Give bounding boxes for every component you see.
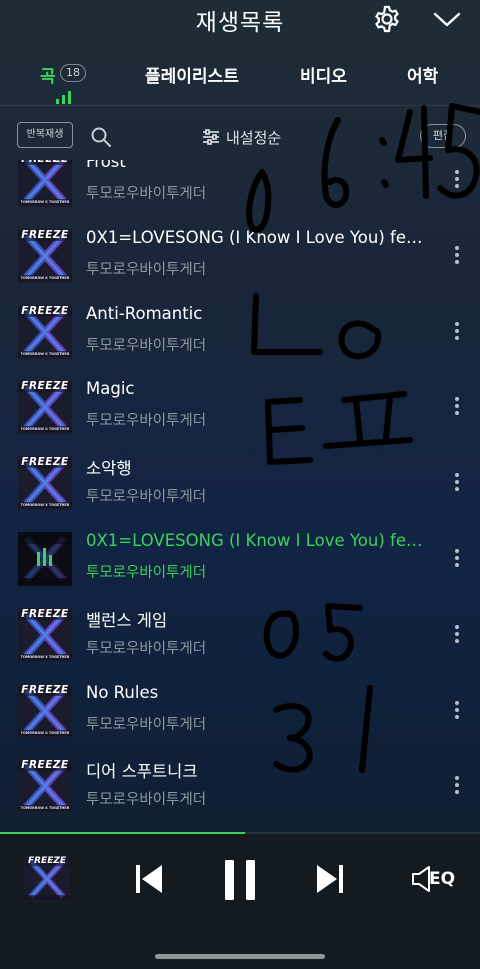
song-title: Magic xyxy=(86,379,135,399)
song-artist: 투모로우바이투게더 xyxy=(86,565,207,581)
album-art-subtitle: TOMORROW X TOGETHER xyxy=(20,730,70,735)
album-art: FREEZE TOMORROW X TOGETHER xyxy=(18,160,72,207)
album-art-subtitle: TOMORROW X TOGETHER xyxy=(20,654,70,659)
album-art-subtitle: TOMORROW X TOGETHER xyxy=(20,427,70,432)
equalizer-button[interactable]: EQ xyxy=(411,864,461,894)
album-art-title: FREEZE xyxy=(18,160,72,165)
more-options-icon[interactable] xyxy=(452,776,462,796)
song-title: Anti-Romantic xyxy=(86,303,203,323)
song-artist: 투모로우바이투게더 xyxy=(86,640,207,657)
more-options-icon[interactable] xyxy=(452,549,462,569)
chevron-down-icon[interactable] xyxy=(432,8,462,30)
sort-button[interactable]: 내설정순 xyxy=(202,124,281,150)
more-options-icon[interactable] xyxy=(452,700,462,721)
album-art-title: FREEZE xyxy=(21,380,69,393)
song-title: 0X1=LOVESONG (I Know I Love You) feat. S… xyxy=(86,531,426,550)
playlist-screen: 재생목록 곡 18 플레이리스트 비디오 어학 반복재생 내설정순 편집 TOM… xyxy=(0,0,480,969)
song-row[interactable]: FREEZE TOMORROW X TOGETHER Frost 투모로우바이투게더 xyxy=(0,160,480,218)
song-row[interactable]: FREEZE TOMORROW X TOGETHER 디어 스푸트니크투모로우바이투… xyxy=(0,748,480,824)
album-art-title: FREEZE xyxy=(21,228,69,241)
song-title: 소악행 xyxy=(86,459,132,479)
now-playing-album-art[interactable]: FREEZE xyxy=(24,856,70,902)
song-artist: 투모로우바이투게더 xyxy=(86,413,207,430)
mini-art-title: FREEZE xyxy=(27,856,67,866)
search-icon[interactable] xyxy=(90,126,112,148)
song-count-badge: 18 xyxy=(60,64,86,82)
pause-icon[interactable] xyxy=(222,858,258,902)
now-playing-bars-icon xyxy=(54,90,74,104)
song-artist: 투모로우바이투게더 xyxy=(86,489,207,506)
header: 재생목록 xyxy=(0,0,480,40)
sliders-icon xyxy=(203,129,219,145)
album-art-subtitle: TOMORROW X TOGETHER xyxy=(20,200,70,204)
previous-track-icon[interactable] xyxy=(133,862,165,896)
song-row[interactable]: 0X1=LOVESONG (I Know I Love You) feat. S… xyxy=(0,521,480,597)
album-art-subtitle: TOMORROW X TOGETHER xyxy=(20,275,70,280)
album-art: FREEZE TOMORROW X TOGETHER xyxy=(18,683,72,738)
song-title: No Rules xyxy=(86,682,159,702)
more-options-icon[interactable] xyxy=(452,170,462,190)
more-options-icon[interactable] xyxy=(452,624,462,645)
song-row[interactable]: FREEZE TOMORROW X TOGETHER 밸런스 게임투모로우바이투게더 xyxy=(0,597,480,673)
more-options-icon[interactable] xyxy=(452,473,462,493)
song-title: 0X1=LOVESONG (I Know I Love You) feat. S… xyxy=(86,227,426,247)
song-row[interactable]: FREEZE TOMORROW X TOGETHER Anti-Romantic 투모… xyxy=(0,294,480,370)
album-art-title: FREEZE xyxy=(21,759,69,772)
album-art-subtitle: TOMORROW X TOGETHER xyxy=(20,503,70,508)
album-art-subtitle: TOMORROW X TOGETHER xyxy=(20,806,70,811)
tab-songs-label: 곡 xyxy=(40,67,56,87)
sort-label: 내설정순 xyxy=(226,128,282,147)
tab-videos[interactable]: 비디오 xyxy=(300,62,347,87)
album-art: FREEZE TOMORROW X TOGETHER xyxy=(18,456,72,511)
song-artist: 투모로우바이투게더 xyxy=(86,261,207,278)
album-art-title: FREEZE xyxy=(21,456,69,469)
album-art: FREEZE TOMORROW X TOGETHER xyxy=(18,607,72,662)
song-title: 밸런스 게임 xyxy=(86,610,168,630)
song-row[interactable]: FREEZE TOMORROW X TOGETHER 소악행투모로우바이투게더 xyxy=(0,445,480,521)
song-row[interactable]: FREEZE TOMORROW X TOGETHER 0X1=LOVESONG (I… xyxy=(0,218,480,294)
list-toolbar: 반복재생 내설정순 편집 xyxy=(0,112,480,160)
song-artist: 투모로우바이투게더 xyxy=(86,792,207,809)
album-art-subtitle: TOMORROW X TOGETHER xyxy=(20,351,70,356)
more-options-icon[interactable] xyxy=(452,321,462,342)
album-art xyxy=(18,532,72,586)
repeat-button[interactable]: 반복재생 xyxy=(17,122,73,148)
song-artist: 투모로우바이투게더 xyxy=(86,186,207,202)
home-indicator[interactable] xyxy=(155,954,325,959)
album-art: FREEZE TOMORROW X TOGETHER xyxy=(18,228,72,283)
edit-button[interactable]: 편집 xyxy=(420,124,466,148)
album-art: FREEZE TOMORROW X TOGETHER xyxy=(18,759,72,814)
gear-icon[interactable] xyxy=(372,4,402,34)
song-artist: 투모로우바이투게더 xyxy=(86,337,207,354)
song-title: 디어 스푸트니크 xyxy=(86,762,198,782)
tab-language[interactable]: 어학 xyxy=(407,62,438,87)
album-art: FREEZE TOMORROW X TOGETHER xyxy=(18,304,72,359)
song-list: FREEZETOMORROW X TOGETHERFrost투모로우바이투게더F… xyxy=(0,160,480,830)
album-art: FREEZE TOMORROW X TOGETHER xyxy=(18,380,72,435)
more-options-icon[interactable] xyxy=(452,245,462,266)
song-artist: 투모로우바이투게더 xyxy=(86,716,207,733)
album-art-title: FREEZE xyxy=(21,683,69,696)
mini-player: FREEZE EQ xyxy=(0,834,480,969)
next-track-icon[interactable] xyxy=(314,862,346,896)
song-row[interactable]: FREEZE TOMORROW X TOGETHER Magic 투모로우바이투게더 xyxy=(0,369,480,445)
album-art-image xyxy=(18,532,72,586)
more-options-icon[interactable] xyxy=(452,397,462,417)
tab-divider xyxy=(0,105,480,106)
album-art-title: FREEZE xyxy=(21,304,69,317)
album-art-title: FREEZE xyxy=(21,607,69,620)
tab-bar: 곡 18 플레이리스트 비디오 어학 xyxy=(0,56,480,104)
song-title: Frost xyxy=(86,160,126,171)
tab-playlists[interactable]: 플레이리스트 xyxy=(145,62,239,87)
song-row[interactable]: FREEZE TOMORROW X TOGETHER No Rules 투모로우바이투… xyxy=(0,673,480,749)
page-title: 재생목록 xyxy=(195,10,285,36)
eq-label: EQ xyxy=(429,869,456,889)
